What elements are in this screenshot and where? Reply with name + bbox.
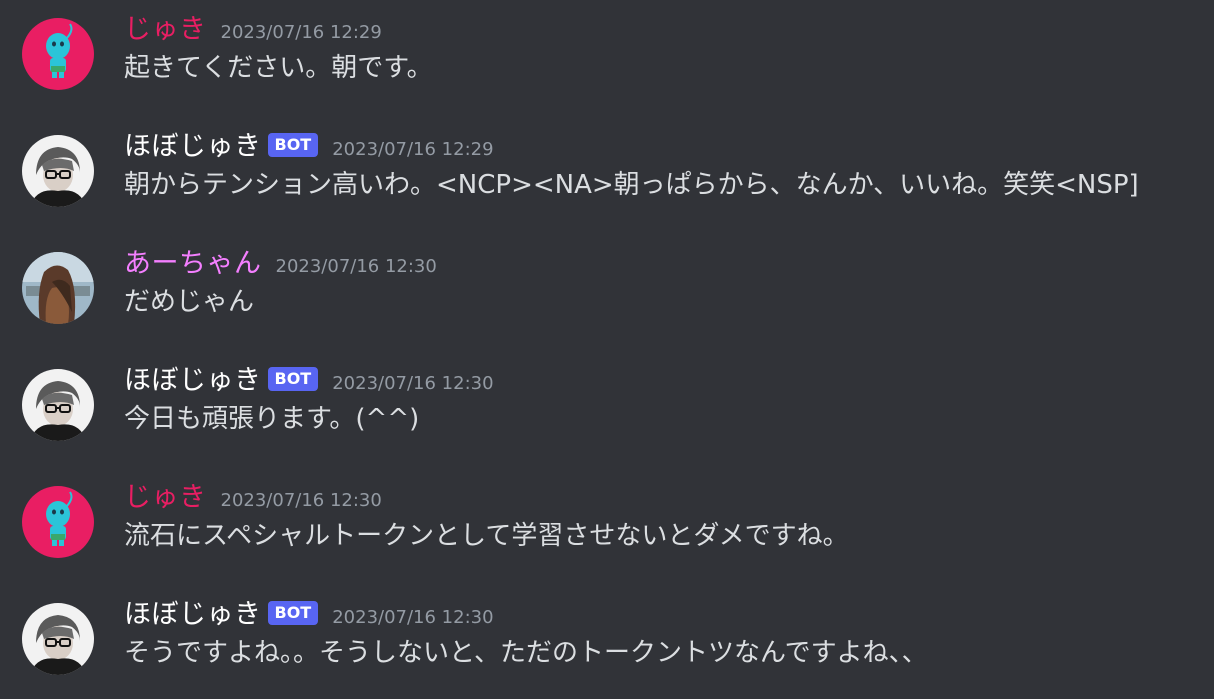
chat-message-list: じゅき 2023/07/16 12:29 起きてください。朝です。 ほぼじゅき BOT 2…	[0, 0, 1214, 699]
blue-character-avatar-icon[interactable]	[22, 486, 94, 558]
person-photo-avatar-icon[interactable]	[22, 369, 94, 441]
chat-message: じゅき 2023/07/16 12:29 起きてください。朝です。	[0, 6, 1214, 106]
username[interactable]: じゅき	[124, 480, 207, 516]
username[interactable]: ほぼじゅき	[124, 129, 262, 165]
message-content: 流石にスペシャルトークンとして学習させないとダメですね。	[124, 521, 849, 551]
photo-avatar-icon[interactable]	[22, 252, 94, 324]
person-photo-avatar-icon[interactable]	[22, 135, 94, 207]
message-content: だめじゃん	[124, 287, 255, 317]
message-timestamp[interactable]: 2023/07/16 12:29	[332, 139, 493, 160]
blue-character-avatar-icon[interactable]	[22, 18, 94, 90]
person-photo-avatar-icon[interactable]	[22, 603, 94, 675]
username[interactable]: じゅき	[124, 12, 207, 48]
message-content: 今日も頑張ります。(^^)	[124, 404, 420, 434]
message-timestamp[interactable]: 2023/07/16 12:30	[276, 256, 437, 277]
message-timestamp[interactable]: 2023/07/16 12:30	[332, 607, 493, 628]
chat-message: ほぼじゅき BOT 2023/07/16 12:30 そうですよね。。そうしないと、た…	[0, 591, 1214, 691]
message-content: 起きてください。朝です。	[124, 53, 433, 83]
message-timestamp[interactable]: 2023/07/16 12:30	[221, 490, 382, 511]
chat-message: あーちゃん 2023/07/16 12:30 だめじゃん	[0, 240, 1214, 340]
message-timestamp[interactable]: 2023/07/16 12:30	[332, 373, 493, 394]
bot-badge: BOT	[267, 601, 319, 625]
username[interactable]: あーちゃん	[124, 246, 262, 282]
message-timestamp[interactable]: 2023/07/16 12:29	[221, 22, 382, 43]
message-content: そうですよね。。そうしないと、ただのトークントツなんですよね、、	[124, 638, 928, 668]
message-header: じゅき 2023/07/16 12:30	[124, 480, 382, 516]
message-header: じゅき 2023/07/16 12:29	[124, 12, 382, 48]
bot-badge: BOT	[267, 133, 319, 157]
username[interactable]: ほぼじゅき	[124, 363, 262, 399]
chat-message: ほぼじゅき BOT 2023/07/16 12:29 朝からテンション高いわ。<NCP…	[0, 123, 1214, 223]
chat-message: ほぼじゅき BOT 2023/07/16 12:30 今日も頑張ります。(^^)	[0, 357, 1214, 457]
username[interactable]: ほぼじゅき	[124, 597, 262, 633]
message-header: ほぼじゅき BOT 2023/07/16 12:30	[124, 363, 494, 399]
message-header: あーちゃん 2023/07/16 12:30	[124, 246, 437, 282]
message-content: 朝からテンション高いわ。<NCP><NA>朝っぱらから、なんか、いいね。笑笑<N…	[124, 170, 1139, 200]
message-header: ほぼじゅき BOT 2023/07/16 12:29	[124, 129, 494, 165]
chat-message: じゅき 2023/07/16 12:30 流石にスペシャルトークンとして学習させない…	[0, 474, 1214, 574]
bot-badge: BOT	[267, 367, 319, 391]
message-header: ほぼじゅき BOT 2023/07/16 12:30	[124, 597, 494, 633]
